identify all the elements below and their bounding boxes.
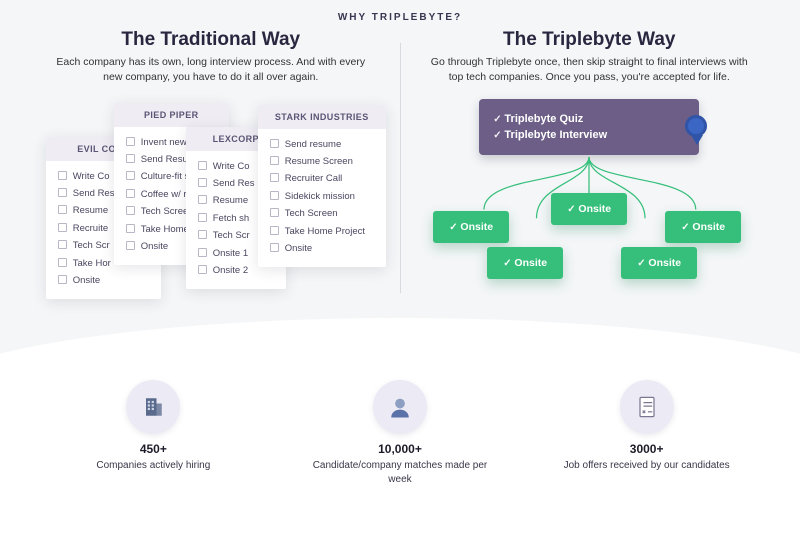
triplebyte-title: The Triplebyte Way [415, 29, 765, 51]
person-icon [373, 380, 427, 434]
step: Onsite [270, 240, 374, 257]
stat-label: Job offers received by our candidates [547, 459, 747, 473]
onsite-chip: Onsite [487, 247, 563, 279]
stat-label: Companies actively hiring [53, 459, 253, 473]
traditional-title: The Traditional Way [36, 29, 386, 51]
stat-offers: 3000+ Job offers received by our candida… [547, 380, 747, 486]
stat-label: Candidate/company matches made per week [300, 459, 500, 486]
stat-matches: 10,000+ Candidate/company matches made p… [300, 380, 500, 486]
triplebyte-column: The Triplebyte Way Go through Triplebyte… [401, 29, 779, 329]
stat-value: 3000+ [547, 442, 747, 456]
step: Take Home Project [270, 222, 374, 239]
company-name: PIED PIPER [114, 103, 229, 127]
section-heading: WHY TRIPLEBYTE? [0, 0, 800, 23]
traditional-column: The Traditional Way Each company has its… [22, 29, 400, 329]
building-icon [126, 380, 180, 434]
step: Resume Screen [270, 153, 374, 170]
triplebyte-funnel: Triplebyte Quiz Triplebyte Interview Ons… [429, 99, 749, 329]
triplebyte-steps-card: Triplebyte Quiz Triplebyte Interview [479, 99, 699, 155]
onsite-chip: Onsite [665, 211, 741, 243]
company-card: STARK INDUSTRIES Send resume Resume Scre… [258, 105, 386, 267]
onsite-chip: Onsite [551, 193, 627, 225]
stat-value: 450+ [53, 442, 253, 456]
triplebyte-subtitle: Go through Triplebyte once, then skip st… [429, 55, 749, 85]
triplebyte-step: Triplebyte Interview [493, 127, 685, 143]
stat-value: 10,000+ [300, 442, 500, 456]
step: Recruiter Call [270, 170, 374, 187]
step: Tech Screen [270, 205, 374, 222]
document-icon [620, 380, 674, 434]
stats-row: 450+ Companies actively hiring 10,000+ C… [0, 380, 800, 486]
onsite-chip: Onsite [621, 247, 697, 279]
company-name: STARK INDUSTRIES [258, 105, 386, 129]
step: Sidekick mission [270, 188, 374, 205]
step: Onsite [58, 272, 149, 289]
onsite-chip: Onsite [433, 211, 509, 243]
badge-icon [685, 115, 707, 137]
traditional-subtitle: Each company has its own, long interview… [51, 55, 371, 85]
stat-companies: 450+ Companies actively hiring [53, 380, 253, 486]
triplebyte-step: Triplebyte Quiz [493, 111, 685, 127]
comparison-columns: The Traditional Way Each company has its… [0, 23, 800, 329]
company-card-stack: EVIL CORP Write Co Send Res Resume Recru… [46, 99, 376, 329]
step: Send resume [270, 135, 374, 152]
